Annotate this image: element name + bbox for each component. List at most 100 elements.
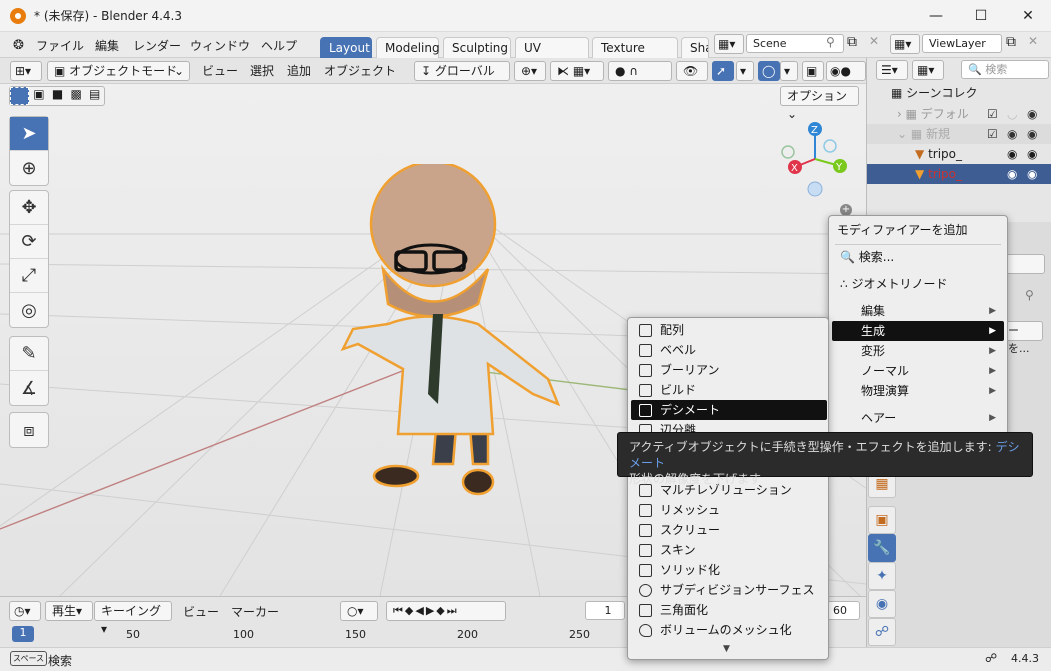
tab-uv-editing[interactable]: UV Editing bbox=[515, 37, 589, 76]
collection-default-row[interactable]: › ▦ デフォル ☑ ◡ ◉ bbox=[867, 104, 1051, 124]
outliner-editor-type-button[interactable]: ☰▾ bbox=[876, 60, 908, 80]
options-dropdown[interactable]: オプション ⌄ bbox=[780, 86, 859, 121]
scale-tool-icon[interactable]: ⤢ bbox=[10, 259, 48, 293]
checkbox-icon[interactable]: ☑ bbox=[987, 124, 998, 144]
keying-dropdown[interactable]: キーイング▾ bbox=[94, 601, 172, 636]
checkbox-icon[interactable]: ☑ bbox=[987, 104, 998, 124]
camera-icon[interactable]: ◉ bbox=[1027, 124, 1037, 144]
category-edit[interactable]: 編集 ▶ bbox=[832, 301, 1004, 321]
modifier-volume-to-mesh[interactable]: ボリュームのメッシュ化 bbox=[631, 620, 827, 640]
tab-texture-paint[interactable]: Texture Paint bbox=[592, 37, 678, 76]
menu-select[interactable]: 選択 bbox=[250, 62, 274, 79]
modifier-bevel[interactable]: ベベル bbox=[631, 340, 827, 360]
modifier-solidify[interactable]: ソリッド化 bbox=[631, 560, 827, 580]
orientation-dropdown[interactable]: ↧ グローバル bbox=[414, 61, 510, 81]
cursor-tool-icon[interactable]: ⊕ bbox=[10, 151, 48, 185]
modifier-search-item[interactable]: 🔍 検索... bbox=[832, 247, 1004, 267]
visibility-dropdown[interactable]: 👁▾ bbox=[676, 61, 708, 96]
particles-props-tab-icon[interactable]: ✦ bbox=[868, 562, 896, 590]
menu-add[interactable]: 追加 bbox=[287, 62, 311, 79]
menu-window[interactable]: ウィンドウ bbox=[190, 37, 250, 54]
tab-modeling[interactable]: Modeling bbox=[376, 37, 440, 58]
tab-sculpting[interactable]: Sculpting bbox=[443, 37, 511, 58]
display-mode-button[interactable]: ▦▾ bbox=[912, 60, 944, 80]
camera-icon[interactable]: ◉ bbox=[1027, 104, 1037, 124]
select-invert-icon[interactable]: ▩ bbox=[67, 87, 86, 105]
modifier-build[interactable]: ビルド bbox=[631, 380, 827, 400]
modifier-array[interactable]: 配列 bbox=[631, 320, 827, 340]
minimize-button[interactable]: — bbox=[913, 0, 959, 32]
eye-hidden-icon[interactable]: ◡ bbox=[1007, 104, 1017, 124]
delete-scene-icon[interactable]: ✕ bbox=[869, 34, 879, 48]
editor-type-button[interactable]: ⊞▾ bbox=[10, 61, 42, 81]
select-tool-icon[interactable]: ➤ bbox=[10, 117, 48, 151]
eye-icon[interactable]: ◉ bbox=[1007, 124, 1017, 144]
add-modifier-button[interactable]: ーを... bbox=[1005, 321, 1043, 355]
viewlayer-browse-button[interactable]: ▦▾ bbox=[890, 34, 920, 54]
gizmo-dropdown[interactable]: ▾ bbox=[736, 61, 754, 81]
scene-collection-row[interactable]: ▦ シーンコレク bbox=[867, 83, 1051, 103]
outliner-search-input[interactable]: 🔍 検索 bbox=[961, 60, 1049, 79]
viewlayer-name-field[interactable]: ViewLayer bbox=[922, 34, 1002, 53]
constraints-props-tab-icon[interactable]: ☍ bbox=[868, 618, 896, 646]
modifier-skin[interactable]: スキン bbox=[631, 540, 827, 560]
tab-layout[interactable]: Layout bbox=[320, 37, 372, 58]
camera-icon[interactable]: ◉ bbox=[1027, 144, 1037, 164]
scene-browse-button[interactable]: ▦▾ bbox=[714, 34, 744, 54]
maximize-button[interactable]: ☐ bbox=[958, 0, 1004, 32]
modifier-edge-split[interactable]: 辺分離 bbox=[631, 420, 827, 432]
playback-dropdown[interactable]: 再生▾ bbox=[45, 601, 93, 621]
category-hair[interactable]: ヘアー ▶ bbox=[832, 408, 1004, 428]
pin-icon[interactable]: ⚲ bbox=[1025, 288, 1034, 302]
category-generate[interactable]: 生成 ▶ bbox=[832, 321, 1004, 341]
playback-controls[interactable]: ⏮◆◀▶◆⏭ bbox=[386, 601, 506, 621]
modifier-boolean[interactable]: ブーリアン bbox=[631, 360, 827, 380]
modifier-props-tab-icon[interactable]: 🔧 bbox=[868, 534, 896, 562]
pin-icon[interactable]: ⚲ bbox=[826, 35, 835, 49]
menu-object[interactable]: オブジェクト bbox=[324, 62, 396, 79]
geometry-nodes-item[interactable]: ∴ ジオメトリノード bbox=[832, 274, 1004, 294]
new-scene-icon[interactable]: ⧉ bbox=[847, 34, 857, 50]
timeline-marker-menu[interactable]: マーカー bbox=[231, 603, 279, 620]
timeline-view-menu[interactable]: ビュー bbox=[183, 603, 219, 620]
object-row-selected[interactable]: ▼ tripo_ ◉ ◉ bbox=[867, 164, 1051, 184]
menu-edit[interactable]: 編集 bbox=[95, 37, 119, 54]
timeline-editor-type-button[interactable]: ◷▾ bbox=[9, 601, 41, 621]
overlay-toggle[interactable]: ◯ bbox=[758, 61, 780, 81]
blender-menu-icon[interactable]: ❂ bbox=[13, 38, 24, 53]
modifier-screw[interactable]: スクリュー bbox=[631, 520, 827, 540]
gizmo-toggle[interactable]: ➚ bbox=[712, 61, 734, 81]
current-frame-field[interactable]: 1 bbox=[585, 601, 625, 620]
shading-mode-buttons[interactable]: ◉● bbox=[826, 61, 866, 81]
move-tool-icon[interactable]: ✥ bbox=[10, 191, 48, 225]
eye-icon[interactable]: ◉ bbox=[1007, 164, 1017, 184]
modifier-decimate[interactable]: デシメート bbox=[631, 400, 827, 420]
object-row[interactable]: ▼ tripo_ ◉ ◉ bbox=[867, 144, 1051, 164]
record-button[interactable]: ○▾ bbox=[340, 601, 378, 621]
menu-file[interactable]: ファイル bbox=[36, 37, 84, 54]
menu-view[interactable]: ビュー bbox=[202, 62, 238, 79]
physics-props-tab-icon[interactable]: ◉ bbox=[868, 590, 896, 618]
menu-render[interactable]: レンダー bbox=[133, 37, 181, 54]
modifier-remesh[interactable]: リメッシュ bbox=[631, 500, 827, 520]
modifier-subsurf[interactable]: サブディビジョンサーフェス bbox=[631, 580, 827, 600]
delete-viewlayer-icon[interactable]: ✕ bbox=[1028, 34, 1038, 48]
eye-icon[interactable]: ◉ bbox=[1007, 144, 1017, 164]
category-physics[interactable]: 物理演算 ▶ bbox=[832, 381, 1004, 401]
collection-new-row[interactable]: ⌄ ▦ 新規 ☑ ◉ ◉ bbox=[867, 124, 1051, 144]
menu-help[interactable]: ヘルプ bbox=[261, 37, 297, 54]
close-button[interactable]: ✕ bbox=[1005, 0, 1051, 32]
new-viewlayer-icon[interactable]: ⧉ bbox=[1006, 34, 1016, 50]
modifier-triangulate[interactable]: 三角面化 bbox=[631, 600, 827, 620]
add-cube-tool-icon[interactable]: ⧈ bbox=[10, 413, 48, 447]
category-deform[interactable]: 変形 ▶ bbox=[832, 341, 1004, 361]
scroll-down-icon[interactable]: ▼ bbox=[723, 644, 730, 654]
select-intersect-icon[interactable]: ▤ bbox=[85, 87, 104, 105]
measure-tool-icon[interactable]: ∡ bbox=[10, 371, 48, 405]
rotate-tool-icon[interactable]: ⟳ bbox=[10, 225, 48, 259]
mode-dropdown[interactable]: ▣ オブジェクトモード ⌄ bbox=[47, 61, 190, 81]
xray-toggle[interactable]: ▣ bbox=[802, 61, 824, 81]
select-new-icon[interactable] bbox=[10, 87, 29, 105]
tab-shading[interactable]: Sha bbox=[681, 37, 709, 58]
select-subtract-icon[interactable]: ■ bbox=[48, 87, 67, 105]
